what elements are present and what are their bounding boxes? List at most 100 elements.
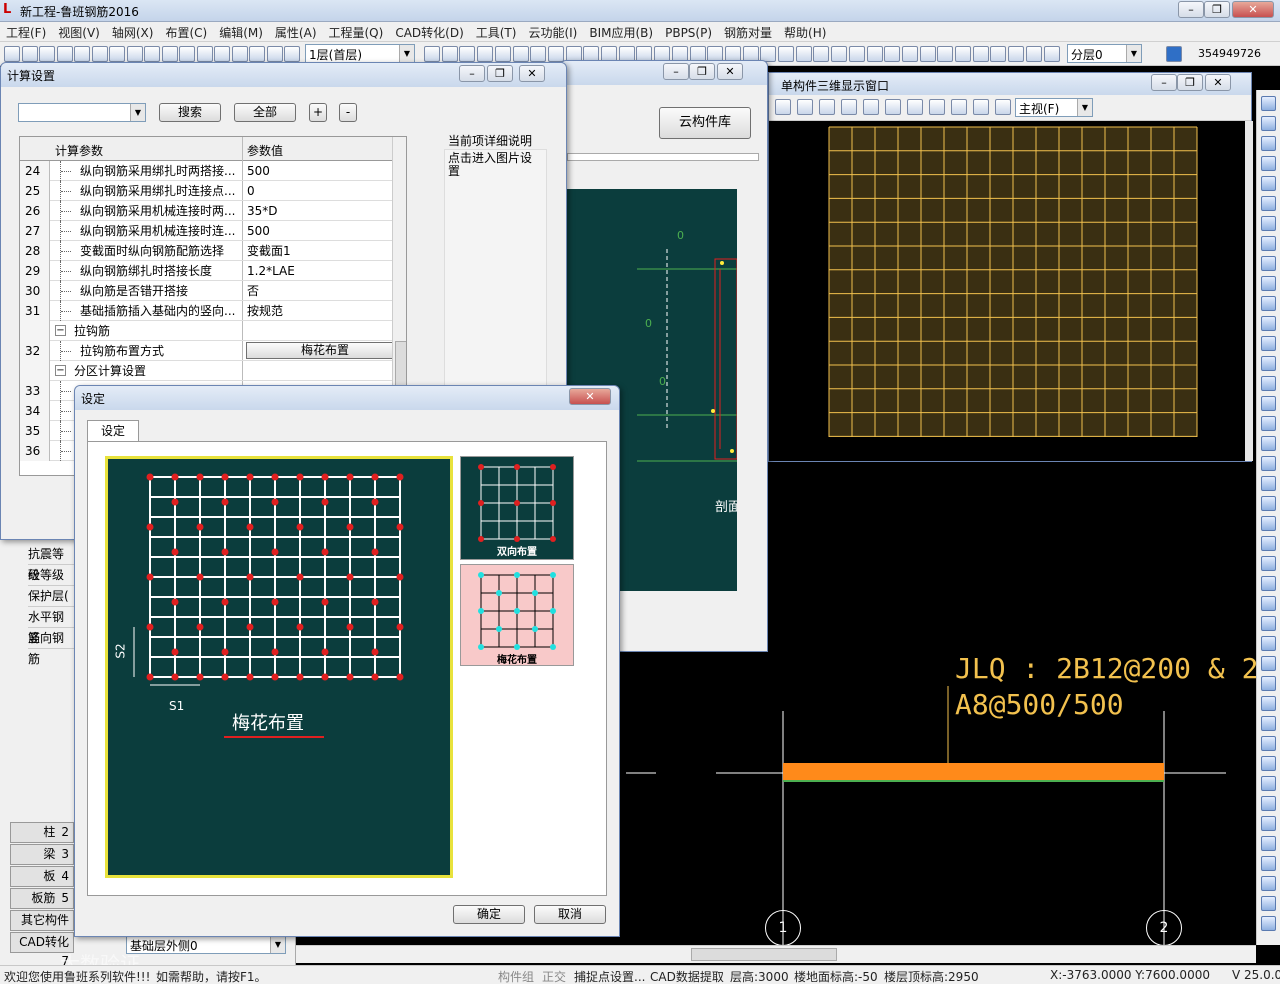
- rail-tool-icon[interactable]: [1261, 816, 1276, 831]
- toolbar-tool-icon[interactable]: [512, 46, 529, 62]
- menu-item-8[interactable]: 工具(T): [470, 22, 523, 43]
- view3d-tool-icon[interactable]: [819, 99, 835, 115]
- category-tab[interactable]: 板4: [10, 866, 74, 887]
- toolbar-tool-icon[interactable]: [441, 46, 458, 62]
- rail-tool-icon[interactable]: [1261, 376, 1276, 391]
- section-maximize-button[interactable]: ❐: [689, 63, 715, 80]
- collapse-all-button[interactable]: -: [339, 103, 357, 122]
- collapse-icon[interactable]: −: [55, 325, 66, 336]
- toolbar-tool-icon[interactable]: [813, 46, 830, 62]
- table-row[interactable]: 31 基础插筋插入基础内的竖向... 按规范: [20, 301, 406, 321]
- section-minimize-button[interactable]: –: [663, 63, 689, 80]
- toolbar-tool-icon[interactable]: [39, 46, 55, 62]
- toolbar-tool-icon[interactable]: [866, 46, 883, 62]
- param-value[interactable]: 按规范: [247, 301, 283, 321]
- rail-tool-icon[interactable]: [1261, 236, 1276, 251]
- cloud-library-button[interactable]: 云构件库: [659, 107, 751, 139]
- table-row[interactable]: 27 纵向钢筋采用机械连接时连... 500: [20, 221, 406, 241]
- table-row[interactable]: 26 纵向钢筋采用机械连接时两... 35*D: [20, 201, 406, 221]
- toolbar-tool-icon[interactable]: [831, 46, 848, 62]
- expand-all-button[interactable]: +: [309, 103, 327, 122]
- rail-tool-icon[interactable]: [1261, 256, 1276, 271]
- menu-item-6[interactable]: 工程量(Q): [323, 22, 390, 43]
- rail-tool-icon[interactable]: [1261, 896, 1276, 911]
- toolbar-tool-icon[interactable]: [109, 46, 125, 62]
- floor-select[interactable]: 1层(首层) ▼: [305, 44, 415, 63]
- toolbar-tool-icon[interactable]: [231, 46, 248, 62]
- rail-tool-icon[interactable]: [1261, 436, 1276, 451]
- view3d-tool-icon[interactable]: [863, 99, 879, 115]
- view3d-tool-icon[interactable]: [885, 99, 901, 115]
- menu-item-0[interactable]: 工程(F): [0, 22, 52, 43]
- rail-tool-icon[interactable]: [1261, 716, 1276, 731]
- rail-tool-icon[interactable]: [1261, 496, 1276, 511]
- rail-tool-icon[interactable]: [1261, 96, 1276, 111]
- toolbar-tool-icon[interactable]: [1043, 46, 1060, 62]
- status-snap[interactable]: 捕捉点设置...: [574, 968, 645, 984]
- rail-tool-icon[interactable]: [1261, 636, 1276, 651]
- toolbar-tool-icon[interactable]: [795, 46, 812, 62]
- menu-item-12[interactable]: 钢筋对量: [718, 22, 778, 43]
- menu-item-13[interactable]: 帮助(H): [778, 22, 832, 43]
- rail-tool-icon[interactable]: [1261, 696, 1276, 711]
- ok-button[interactable]: 确定: [453, 905, 525, 924]
- rail-tool-icon[interactable]: [1261, 456, 1276, 471]
- toolbar-tool-icon[interactable]: [955, 46, 971, 62]
- toolbar-tool-icon[interactable]: [530, 46, 547, 62]
- calc-minimize-button[interactable]: –: [459, 65, 485, 82]
- canvas-hscrollbar[interactable]: [296, 945, 1256, 963]
- table-row[interactable]: − 拉钩筋: [20, 321, 406, 341]
- rail-tool-icon[interactable]: [1261, 516, 1276, 531]
- menu-item-9[interactable]: 云功能(I): [522, 22, 583, 43]
- rail-tool-icon[interactable]: [1261, 216, 1276, 231]
- view3d-tool-icon[interactable]: [929, 99, 945, 115]
- toolbar-tool-icon[interactable]: [778, 46, 794, 62]
- toolbar-tool-icon[interactable]: [494, 46, 511, 62]
- param-value[interactable]: 500: [247, 161, 270, 181]
- menu-item-2[interactable]: 轴网(X): [106, 22, 160, 43]
- menu-item-10[interactable]: BIM应用(B): [583, 22, 659, 43]
- calc-maximize-button[interactable]: ❐: [487, 65, 513, 82]
- toolbar-tool-icon[interactable]: [884, 46, 901, 62]
- show-all-button[interactable]: 全部: [234, 103, 296, 122]
- table-row[interactable]: 29 纵向钢筋绑扎时搭接长度 1.2*LAE: [20, 261, 406, 281]
- toolbar-tool-icon[interactable]: [196, 46, 213, 62]
- menu-item-3[interactable]: 布置(C): [159, 22, 213, 43]
- category-select[interactable]: ▼: [18, 103, 146, 122]
- table-row[interactable]: − 分区计算设置: [20, 361, 406, 381]
- rail-tool-icon[interactable]: [1261, 316, 1276, 331]
- rail-tool-icon[interactable]: [1261, 836, 1276, 851]
- param-value[interactable]: 500: [247, 221, 270, 241]
- table-row[interactable]: 24 纵向钢筋采用绑扎时两搭接... 500: [20, 161, 406, 181]
- param-value[interactable]: 变截面1: [247, 241, 291, 261]
- rail-tool-icon[interactable]: [1261, 536, 1276, 551]
- rail-tool-icon[interactable]: [1261, 576, 1276, 591]
- rail-tool-icon[interactable]: [1261, 596, 1276, 611]
- toolbar-tool-icon[interactable]: [126, 46, 143, 62]
- rail-tool-icon[interactable]: [1261, 676, 1276, 691]
- rail-tool-icon[interactable]: [1261, 396, 1276, 411]
- menu-item-5[interactable]: 属性(A): [269, 22, 323, 43]
- rail-tool-icon[interactable]: [1261, 156, 1276, 171]
- collapse-icon[interactable]: −: [55, 365, 66, 376]
- status-component-group[interactable]: 构件组: [498, 968, 534, 984]
- rail-tool-icon[interactable]: [1261, 176, 1276, 191]
- rail-tool-icon[interactable]: [1261, 856, 1276, 871]
- rail-tool-icon[interactable]: [1261, 336, 1276, 351]
- rail-tool-icon[interactable]: [1261, 276, 1276, 291]
- toolbar-tool-icon[interactable]: [972, 46, 989, 62]
- table-row[interactable]: 28 变截面时纵向钢筋配筋选择 变截面1: [20, 241, 406, 261]
- view3d-close-button[interactable]: ✕: [1205, 74, 1231, 91]
- toolbar-tool-icon[interactable]: [21, 46, 38, 62]
- param-value[interactable]: 1.2*LAE: [247, 261, 295, 281]
- minimize-button[interactable]: –: [1178, 1, 1204, 18]
- section-input-field[interactable]: [567, 153, 759, 161]
- table-row[interactable]: 32 拉钩筋布置方式 梅花布置: [20, 341, 406, 361]
- toolbar-tool-icon[interactable]: [990, 46, 1007, 62]
- toolbar-tool-icon[interactable]: [919, 46, 936, 62]
- rail-tool-icon[interactable]: [1261, 196, 1276, 211]
- tab-settings[interactable]: 设定: [87, 420, 139, 442]
- rail-tool-icon[interactable]: [1261, 416, 1276, 431]
- toolbar-tool-icon[interactable]: [74, 46, 90, 62]
- detail-hint[interactable]: 点击进入图片设置: [445, 150, 537, 180]
